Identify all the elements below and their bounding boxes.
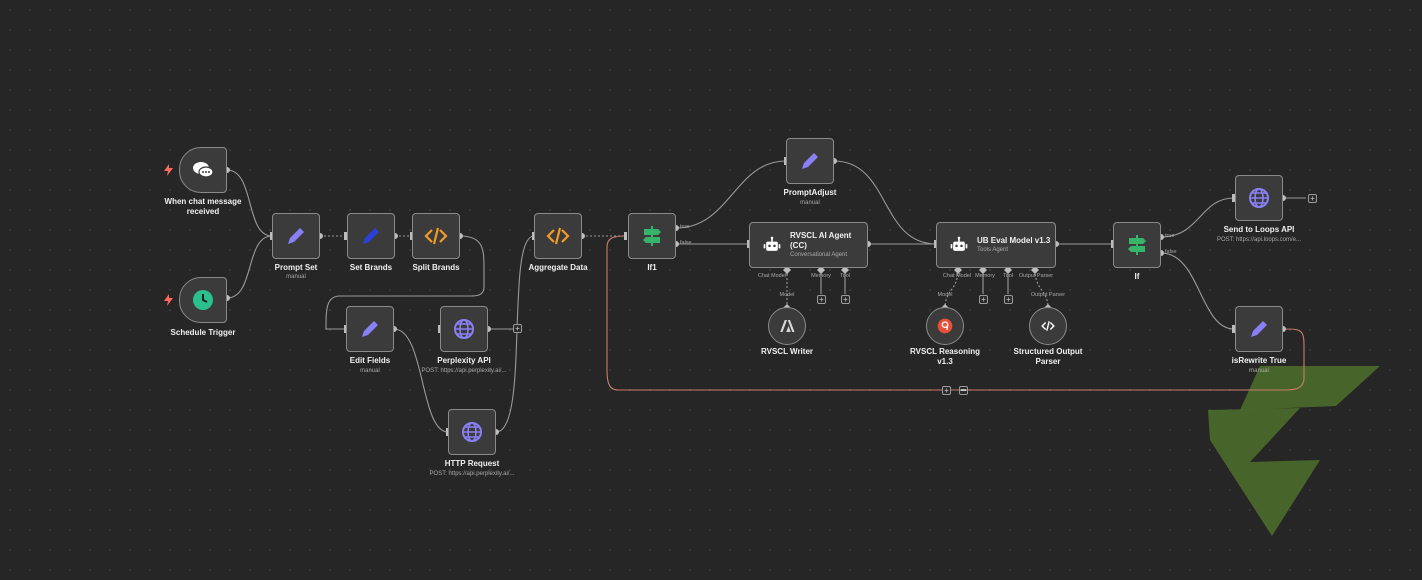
add-node-button[interactable]: + [513, 324, 522, 333]
if-title: If [1134, 272, 1140, 281]
port-output-parser: Output Parser [1018, 273, 1054, 279]
if1-node[interactable] [628, 213, 676, 259]
rvscl-agent-subtitle: Conversational Agent [790, 251, 848, 258]
port-model: Model [779, 292, 795, 298]
pencil-icon [802, 153, 818, 169]
prompt-adjust-node[interactable] [786, 138, 834, 184]
add-node-button[interactable]: + [1308, 194, 1317, 203]
split-brands-node[interactable] [412, 213, 460, 259]
if-node[interactable] [1113, 222, 1161, 268]
structured-parser-node[interactable] [1029, 307, 1067, 345]
add-tool-button[interactable]: + [1004, 295, 1013, 304]
anthropic-icon [780, 320, 795, 332]
globe-icon [462, 422, 482, 442]
if-false-label: false [1165, 249, 1177, 255]
code-icon [424, 227, 448, 245]
port-tool: Tool [839, 273, 851, 279]
perplexity-api-title: Perplexity API [437, 356, 491, 365]
rvscl-writer-node[interactable] [768, 307, 806, 345]
rvscl-agent-title-2: (CC) [790, 240, 807, 250]
add-memory-button[interactable]: + [817, 295, 826, 304]
prompt-adjust-subtitle: manual [800, 200, 820, 206]
send-loops-subtitle: POST: https://api.loops.com/e... [1216, 237, 1302, 243]
set-brands-node[interactable] [347, 213, 395, 259]
bolt-icon [164, 294, 173, 306]
edit-fields-title: Edit Fields [349, 356, 391, 365]
set-brands-title: Set Brands [349, 263, 393, 272]
if-true-label: true [1165, 233, 1175, 239]
chat-bubbles-icon [193, 162, 214, 178]
port-tool: Tool [1002, 273, 1014, 279]
rvscl-agent-node[interactable]: RVSCL AI Agent (CC) Conversational Agent [749, 222, 868, 268]
globe-icon [1249, 188, 1269, 208]
signpost-icon [643, 226, 661, 246]
add-node-on-connection-button[interactable]: + [942, 386, 951, 395]
pencil-icon [363, 228, 379, 244]
robot-icon [763, 236, 781, 251]
schedule-trigger-node[interactable] [179, 277, 227, 323]
ub-eval-title: UB Eval Model v1.3 [977, 235, 1051, 245]
code-icon [1041, 321, 1055, 331]
bolt-icon [164, 164, 173, 176]
http-request-title: HTTP Request [444, 459, 500, 468]
prompt-set-node[interactable] [272, 213, 320, 259]
port-model: Model [937, 292, 953, 298]
structured-parser-title-2: Parser [1035, 357, 1061, 366]
prompt-set-title: Prompt Set [274, 263, 318, 272]
aggregate-data-node[interactable] [534, 213, 582, 259]
http-request-node[interactable] [448, 409, 496, 455]
port-chat-model: Chat Model [942, 273, 972, 279]
rvscl-reasoning-node[interactable] [926, 307, 964, 345]
prompt-set-subtitle: manual [286, 274, 306, 280]
add-memory-button[interactable]: + [979, 295, 988, 304]
aggregate-data-title: Aggregate Data [528, 263, 588, 272]
model-logo-icon [937, 318, 953, 334]
edit-fields-node[interactable] [346, 306, 394, 352]
ub-eval-subtitle: Tools Agent [977, 246, 1009, 253]
send-loops-node[interactable] [1235, 175, 1283, 221]
clock-icon [193, 290, 213, 310]
rvscl-reasoning-title: RVSCL Reasoning [910, 347, 980, 356]
chat-trigger-title: When chat message received [164, 197, 242, 216]
edit-fields-subtitle: manual [360, 368, 380, 374]
http-request-subtitle: POST: https://api.perplexity.ai/... [429, 471, 515, 477]
rvscl-reasoning-title-2: v1.3 [937, 357, 953, 366]
port-memory: Memory [811, 273, 831, 279]
rvscl-writer-title: RVSCL Writer [760, 347, 814, 356]
split-brands-title: Split Brands [412, 263, 460, 272]
if1-title: If1 [647, 263, 657, 272]
code-icon [546, 227, 570, 245]
perplexity-api-subtitle: POST: https://api.perplexity.ai/... [421, 368, 507, 374]
if1-false-label: false [680, 240, 692, 246]
pencil-icon [362, 321, 378, 337]
structured-parser-title: Structured Output [1013, 347, 1083, 356]
is-rewrite-title: isRewrite True [1231, 356, 1287, 365]
pencil-icon [288, 228, 304, 244]
port-chat-model: Chat Model* [757, 273, 789, 279]
send-loops-title: Send to Loops API [1223, 225, 1295, 234]
if1-true-label: true [680, 224, 690, 230]
ub-eval-node[interactable]: UB Eval Model v1.3 Tools Agent [936, 222, 1056, 268]
is-rewrite-subtitle: manual [1249, 368, 1269, 374]
port-output-parser-2: Output Parser [1030, 292, 1066, 298]
robot-icon [950, 236, 968, 251]
globe-icon [454, 319, 474, 339]
add-tool-button[interactable]: + [841, 295, 850, 304]
signpost-icon [1128, 235, 1146, 255]
port-memory: Memory [975, 273, 995, 279]
perplexity-api-node[interactable] [440, 306, 488, 352]
schedule-trigger-title: Schedule Trigger [170, 328, 236, 337]
chat-trigger-node[interactable] [179, 147, 227, 193]
pencil-icon [1251, 321, 1267, 337]
rvscl-agent-title: RVSCL AI Agent [790, 230, 852, 240]
delete-connection-button[interactable]: ▬ [959, 386, 968, 395]
prompt-adjust-title: PromptAdjust [783, 188, 837, 197]
is-rewrite-node[interactable] [1235, 306, 1283, 352]
